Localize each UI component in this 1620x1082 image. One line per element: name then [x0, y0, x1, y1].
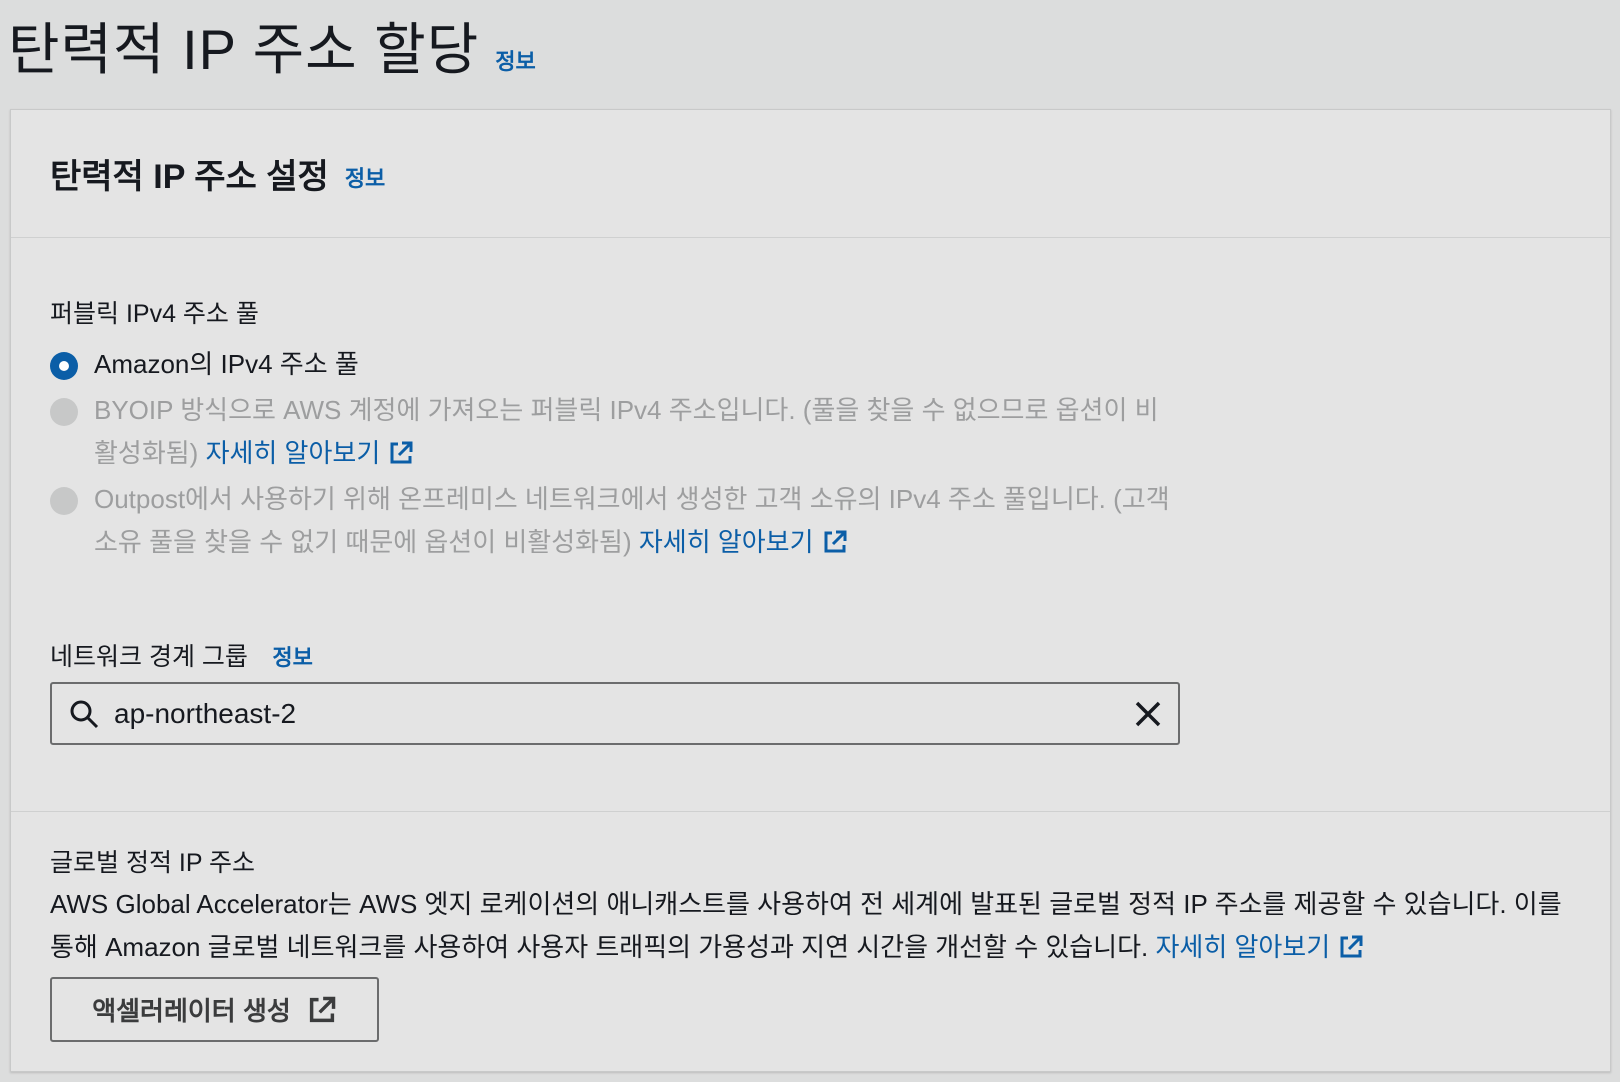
search-input-value[interactable]: ap-northeast-2 [114, 698, 296, 730]
learn-more-link-outpost[interactable]: 자세히 알아보기 [639, 527, 848, 557]
nbg-label-row: 네트워크 경계 그룹 정보 [11, 637, 313, 673]
external-link-icon [309, 996, 336, 1022]
ipv4-pool-section: 퍼블릭 IPv4 주소 풀 Amazon의 IPv4 주소 풀 BYOIP 방식… [11, 294, 1610, 564]
learn-more-link-byoip[interactable]: 자세히 알아보기 [206, 438, 415, 468]
learn-more-link-global[interactable]: 자세히 알아보기 [1155, 932, 1364, 962]
panel-title: 탄력적 IP 주소 설정 [50, 158, 329, 196]
nbg-info-link[interactable]: 정보 [272, 645, 312, 670]
global-ip-description-block: AWS Global Accelerator는 AWS 엣지 로케이션의 애니캐… [50, 883, 1571, 969]
create-accelerator-button[interactable]: 액셀러레이터 생성 [50, 977, 379, 1042]
external-link-icon [390, 441, 413, 464]
panel-info-link[interactable]: 정보 [345, 161, 385, 193]
radio-button-disabled [50, 487, 78, 515]
ipv4-pool-label: 퍼블릭 IPv4 주소 풀 [50, 300, 259, 328]
radio-option-byoip: BYOIP 방식으로 AWS 계정에 가져오는 퍼블릭 IPv4 주소입니다. … [50, 394, 1610, 475]
external-link-icon [824, 530, 847, 553]
search-icon [70, 700, 99, 728]
panel-header: 탄력적 IP 주소 설정 정보 [11, 110, 1610, 238]
global-static-ip-section: 글로벌 정적 IP 주소 AWS Global Accelerator는 AWS… [11, 843, 1571, 969]
radio-option-amazon[interactable]: Amazon의 IPv4 주소 풀 [50, 348, 1610, 386]
page-header: 탄력적 IP 주소 할당 정보 [8, 0, 536, 80]
page-info-link[interactable]: 정보 [495, 44, 535, 76]
create-accelerator-label: 액셀러레이터 생성 [92, 996, 291, 1026]
radio-button-disabled [50, 398, 78, 426]
section-divider [11, 811, 1610, 812]
clear-icon[interactable] [1132, 698, 1164, 730]
radio-label-byoip: BYOIP 방식으로 AWS 계정에 가져오는 퍼블릭 IPv4 주소입니다. … [94, 395, 1159, 468]
network-border-group-input[interactable]: ap-northeast-2 [50, 682, 1180, 745]
radio-label-amazon: Amazon의 IPv4 주소 풀 [94, 349, 359, 379]
radio-button-selected[interactable] [50, 352, 78, 380]
global-ip-label: 글로벌 정적 IP 주소 [50, 849, 256, 877]
nbg-label: 네트워크 경계 그룹 [50, 643, 248, 671]
external-link-icon [1340, 935, 1363, 958]
radio-option-outpost: Outpost에서 사용하기 위해 온프레미스 네트워크에서 생성한 고객 소유… [50, 483, 1610, 564]
radio-label-outpost: Outpost에서 사용하기 위해 온프레미스 네트워크에서 생성한 고객 소유… [94, 484, 1170, 557]
settings-panel: 탄력적 IP 주소 설정 정보 퍼블릭 IPv4 주소 풀 Amazon의 IP… [10, 109, 1611, 1072]
page-title: 탄력적 IP 주소 할당 [8, 18, 480, 81]
